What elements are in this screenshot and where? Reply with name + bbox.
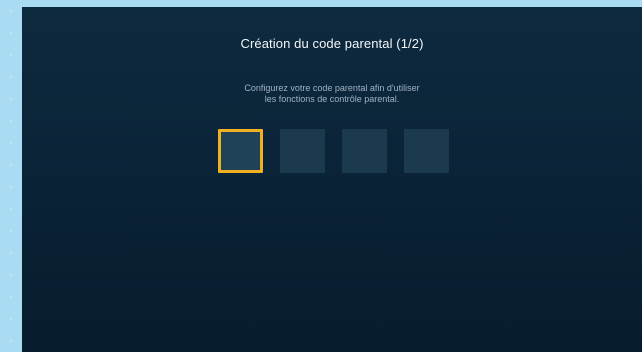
instructions-line-2: les fonctions de contrôle parental. — [264, 94, 400, 104]
tv-screen: Création du code parental (1/2) Configur… — [22, 7, 642, 352]
pin-digit-2[interactable] — [280, 129, 325, 173]
page-title: Création du code parental (1/2) — [240, 36, 424, 51]
pin-digit-1[interactable] — [218, 129, 263, 173]
pin-digit-3[interactable] — [342, 129, 387, 173]
pin-code-input — [218, 129, 449, 173]
pin-digit-4[interactable] — [404, 129, 449, 173]
instructions-line-1: Configurez votre code parental afin d'ut… — [244, 83, 420, 93]
instructions-text: Configurez votre code parental afin d'ut… — [22, 83, 642, 105]
